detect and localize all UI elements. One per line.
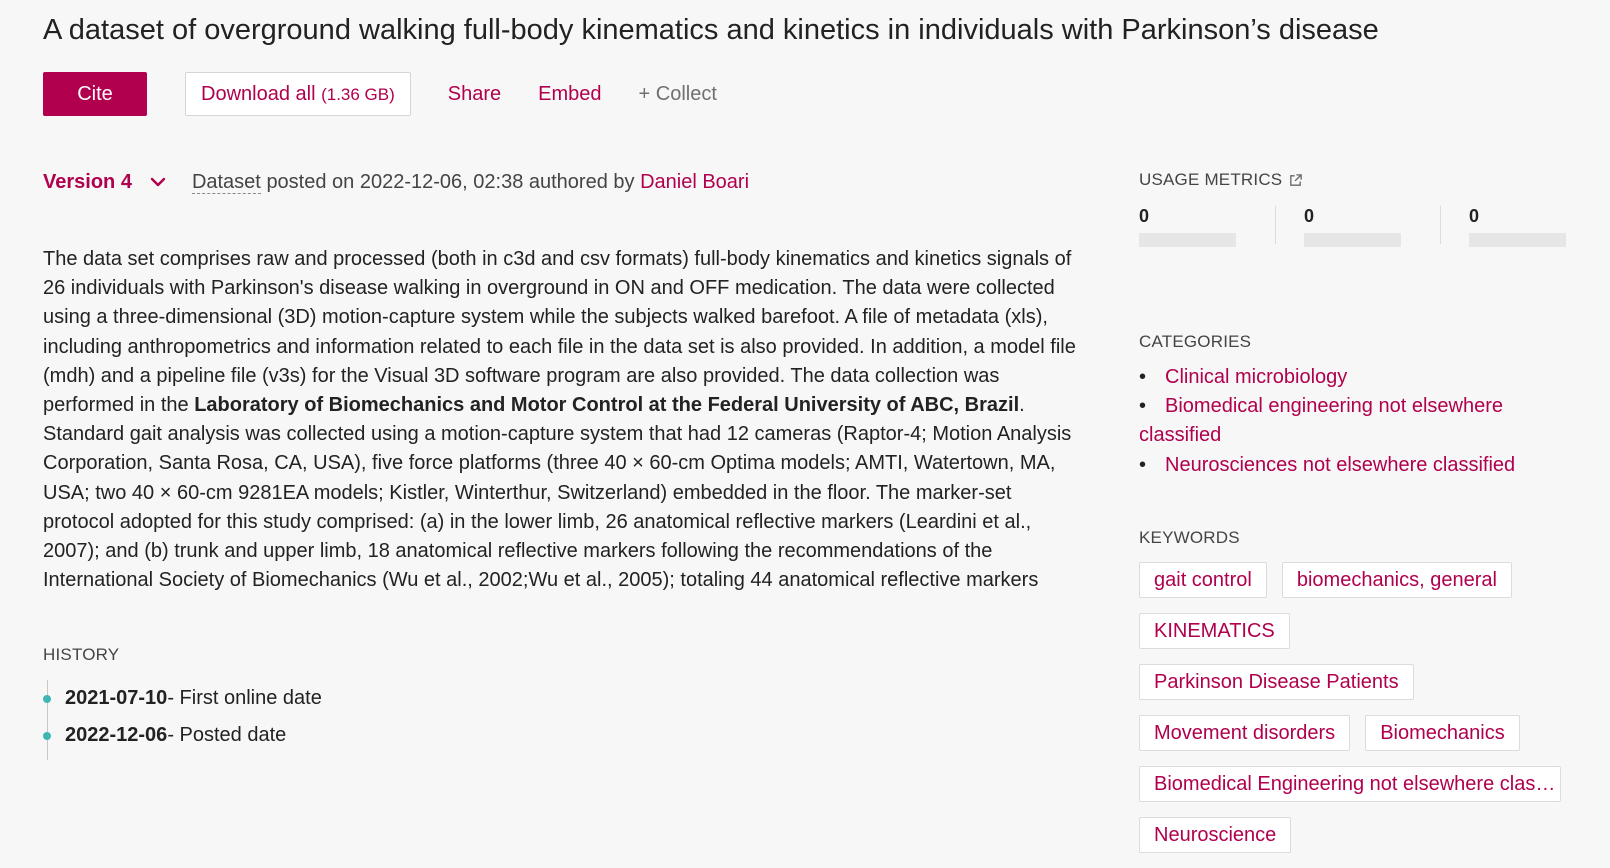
categories-list: • Clinical microbiology • Biomedical engin… — [1139, 363, 1569, 480]
keywords-label: KEYWORDS — [1139, 528, 1240, 547]
item-type[interactable]: Dataset — [191, 170, 261, 194]
keyword-tag[interactable]: Movement disorders — [1139, 715, 1351, 751]
version-label: Version 4 — [43, 170, 132, 193]
categories-label: CATEGORIES — [1139, 332, 1252, 351]
metric: 0 — [1469, 206, 1569, 247]
keyword-tag[interactable]: Parkinson Disease Patients — [1139, 664, 1414, 700]
history-timeline: 2021-07-10 - First online date 2022-12-0… — [43, 680, 547, 760]
category-link[interactable]: Biomedical engineering not elsewhere cla… — [1139, 395, 1503, 446]
metric-value: 0 — [1304, 206, 1315, 226]
posted-info: Dataset posted on 2022-12-06, 02:38 auth… — [191, 170, 749, 194]
metric-divider — [1275, 206, 1276, 244]
keyword-row: Biomedical Engineering not elsewhere cla… — [1139, 766, 1579, 817]
bullet: • — [1139, 453, 1147, 476]
download-all-button[interactable]: Download all (1.36 GB) — [185, 72, 411, 116]
description-part1: The data set comprises raw and processed… — [43, 248, 1076, 417]
keyword-tag[interactable]: Biomechanics — [1365, 715, 1520, 751]
history-date: 2022-12-06 — [65, 724, 168, 746]
cite-button[interactable]: Cite — [43, 72, 147, 116]
share-button[interactable]: Share — [448, 83, 501, 106]
timeline-dot — [43, 695, 51, 703]
download-label: Download all — [201, 82, 316, 105]
keyword-tag[interactable]: biomechanics, general — [1281, 562, 1512, 598]
usage-metrics-link[interactable]: USAGE METRICS — [1139, 170, 1569, 190]
history-item: 2022-12-06 - Posted date — [43, 717, 547, 754]
sidebar: USAGE METRICS 0 0 0 CATEGORIES • Clinical… — [1139, 170, 1569, 853]
author-link[interactable]: Daniel Boari — [640, 171, 749, 193]
category-link[interactable]: Clinical microbiology — [1165, 366, 1347, 388]
version-dropdown[interactable]: Version 4 — [43, 171, 166, 194]
keyword-row: Parkinson Disease Patients — [1139, 664, 1579, 715]
page-title: A dataset of overground walking full-bod… — [43, 14, 1379, 46]
history-date: 2021-07-10 — [65, 687, 168, 709]
keyword-row: KINEMATICS — [1139, 613, 1579, 664]
history-event: - Posted date — [167, 724, 287, 746]
keyword-tag[interactable]: gait control — [1139, 562, 1267, 598]
category-link[interactable]: Neurosciences not elsewhere classified — [1165, 454, 1515, 476]
metric-value: 0 — [1469, 206, 1480, 226]
bullet: • — [1139, 395, 1147, 418]
metric-placeholder-bar — [1469, 233, 1566, 247]
action-bar: Cite Download all (1.36 GB) Share Embed … — [43, 72, 717, 116]
metric-value: 0 — [1139, 206, 1150, 226]
history-item: 2021-07-10 - First online date — [43, 680, 547, 717]
category-item[interactable]: • Neurosciences not elsewhere classified — [1139, 451, 1569, 480]
keyword-tag[interactable]: Neuroscience — [1139, 817, 1292, 853]
download-size: (1.36 GB) — [321, 84, 395, 104]
category-item[interactable]: • Clinical microbiology — [1139, 363, 1569, 392]
external-link-icon — [1290, 173, 1303, 186]
description: The data set comprises raw and processed… — [43, 245, 1088, 595]
timeline-dot — [43, 732, 51, 740]
usage-metrics: 0 0 0 — [1139, 206, 1569, 250]
category-item[interactable]: • Biomedical engineering not elsewhere cl… — [1139, 392, 1569, 450]
metric: 0 — [1139, 206, 1239, 247]
version-row: Version 4 Dataset posted on 2022-12-06, … — [43, 170, 749, 194]
keyword-tag[interactable]: KINEMATICS — [1139, 613, 1290, 649]
keyword-row: Neuroscience — [1139, 817, 1579, 868]
metric-placeholder-bar — [1139, 233, 1236, 247]
keyword-tag[interactable]: Biomedical Engineering not elsewhere cla… — [1139, 766, 1561, 802]
keyword-row: gait control biomechanics, general — [1139, 562, 1579, 613]
keyword-row: Movement disorders Biomechanics — [1139, 715, 1579, 766]
usage-metrics-label: USAGE METRICS — [1139, 170, 1283, 189]
metric-placeholder-bar — [1304, 233, 1401, 247]
bullet: • — [1139, 366, 1147, 388]
history-label: HISTORY — [43, 645, 120, 664]
metric: 0 — [1304, 206, 1404, 247]
metric-divider — [1440, 206, 1441, 244]
description-bold: Laboratory of Biomechanics and Motor Con… — [194, 394, 1020, 417]
keywords-list: gait control biomechanics, general KINEM… — [1139, 562, 1579, 868]
history-event: - First online date — [167, 687, 322, 709]
description-part2: . Standard gait analysis was collected u… — [43, 394, 1072, 592]
posted-text: posted on 2022-12-06, 02:38 authored by — [266, 170, 635, 193]
embed-button[interactable]: Embed — [538, 83, 601, 106]
collect-button[interactable]: + Collect — [639, 83, 717, 106]
chevron-down-icon — [150, 177, 166, 187]
